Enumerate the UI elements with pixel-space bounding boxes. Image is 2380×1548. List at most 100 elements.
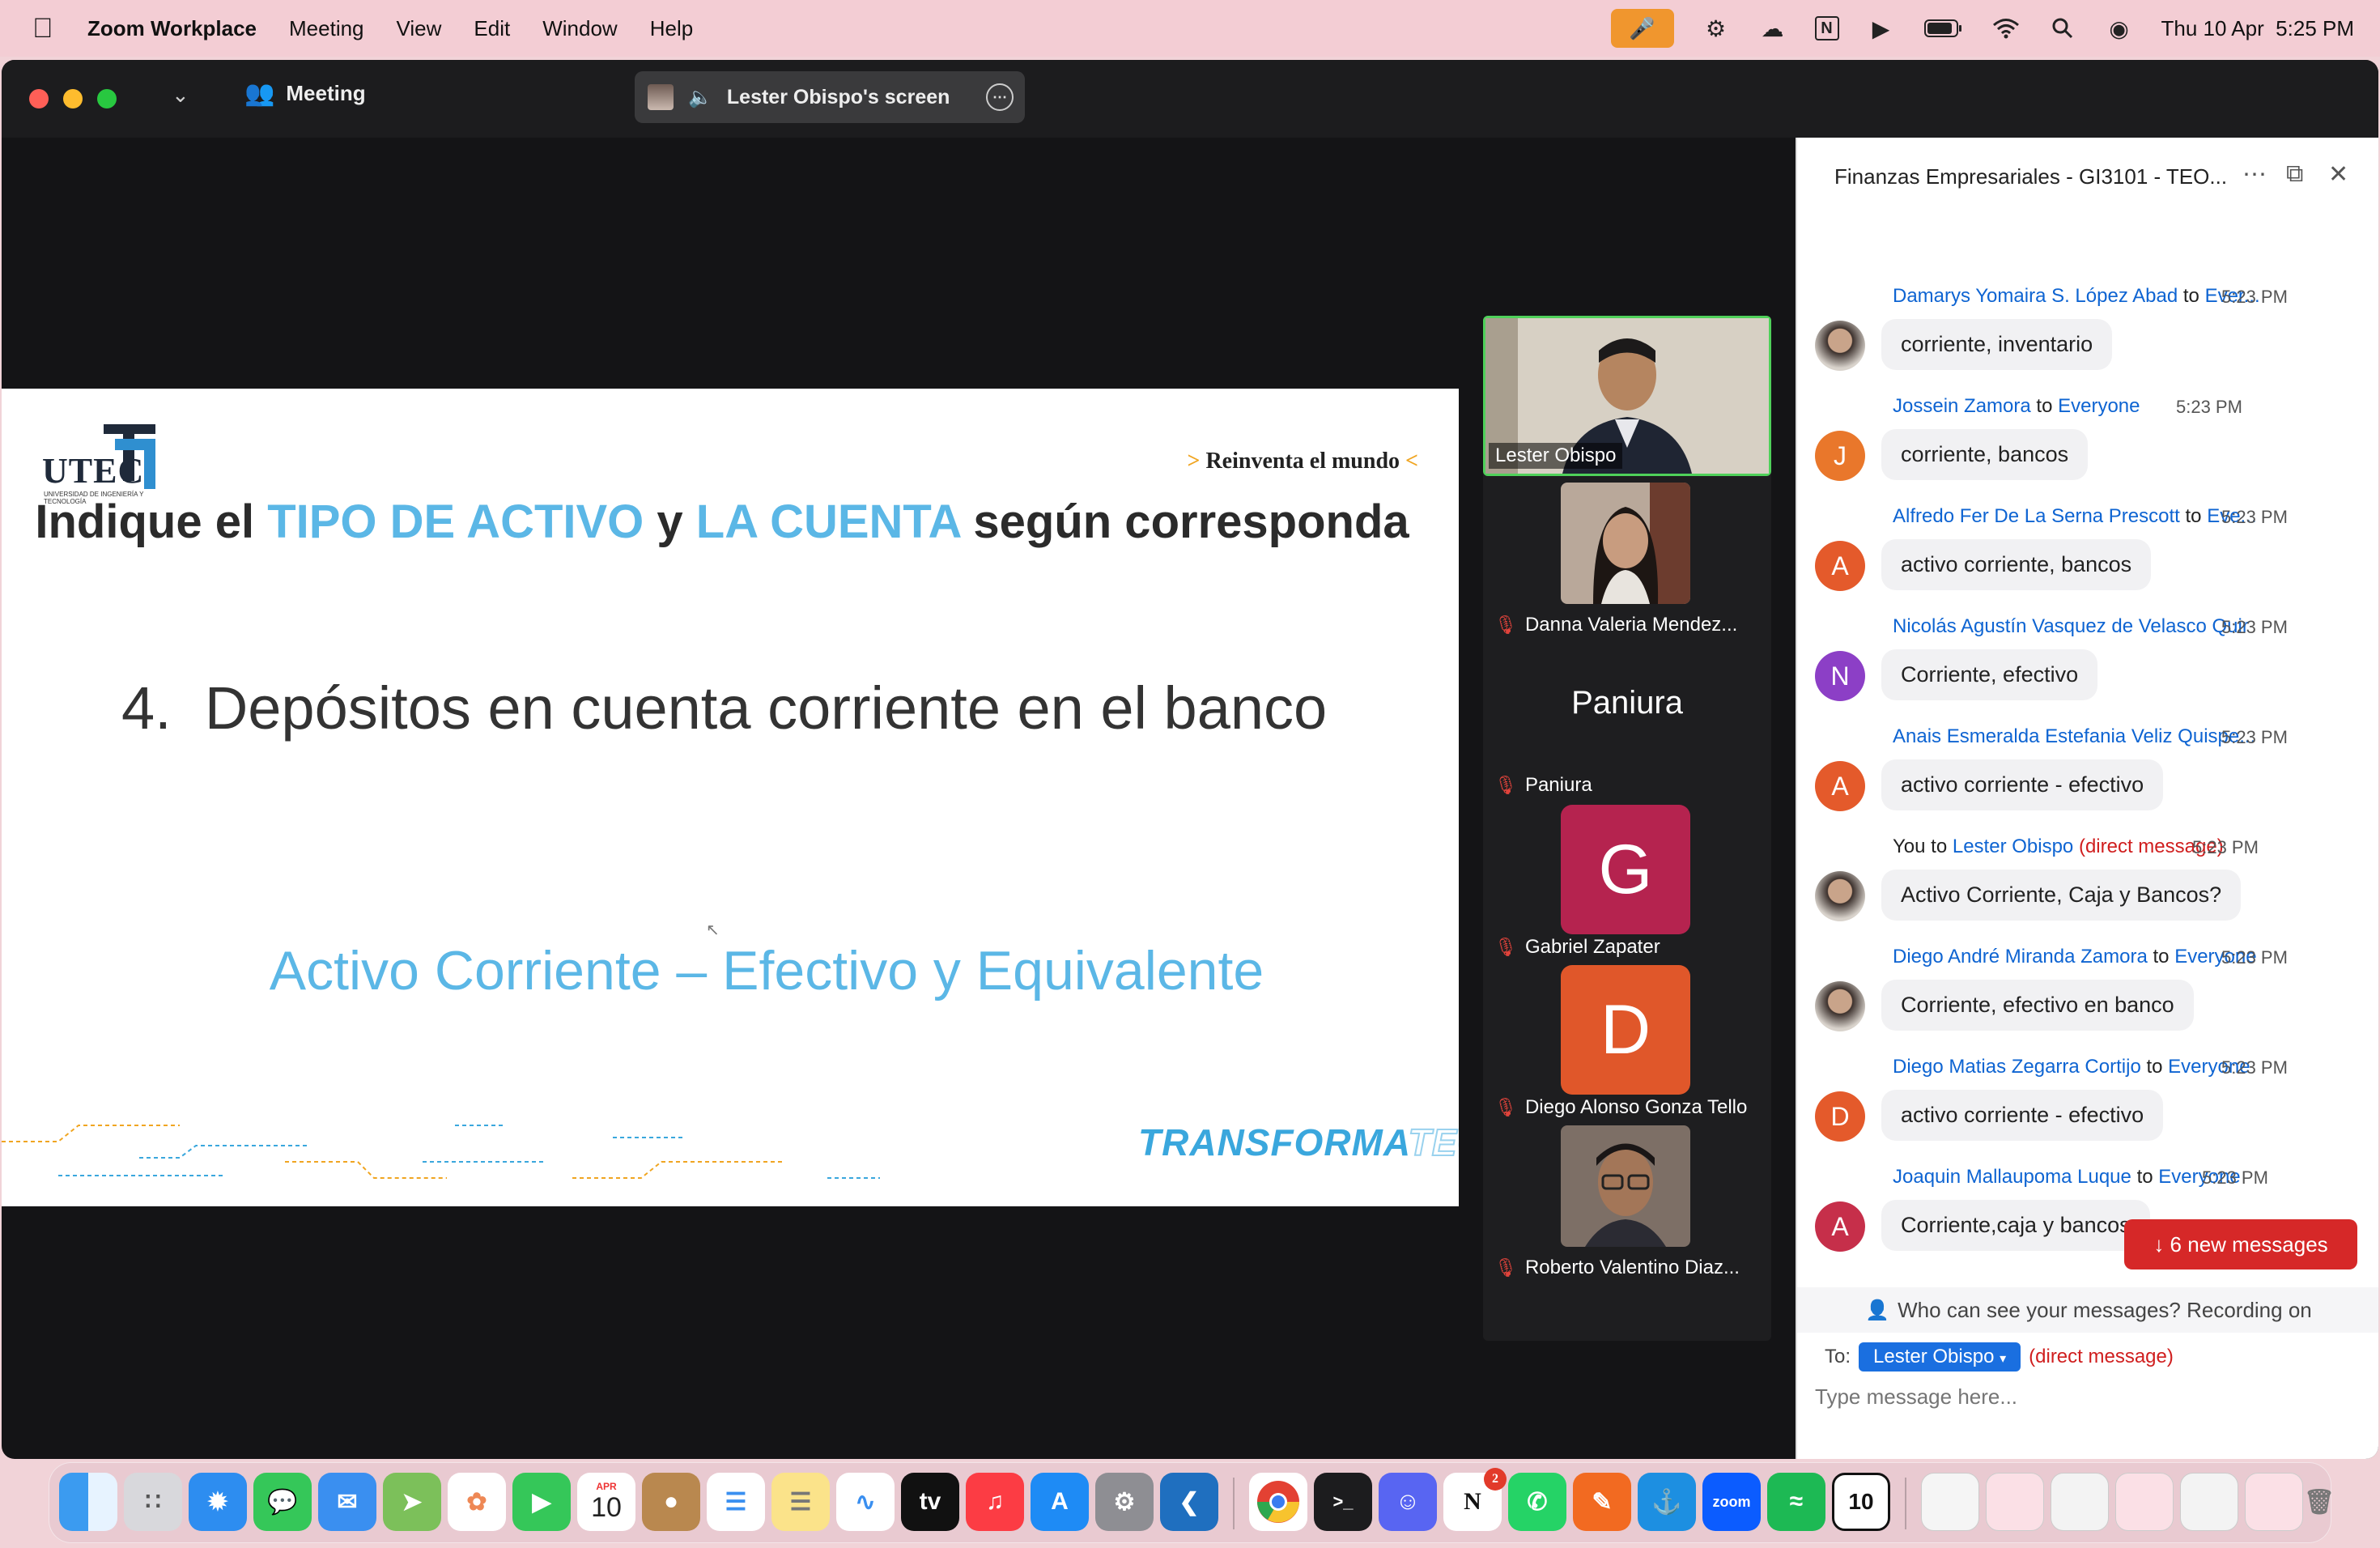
window-thumbnail[interactable] bbox=[2180, 1473, 2238, 1531]
participant-tile[interactable]: 🎙 Danna Valeria Mendez... bbox=[1483, 483, 1771, 643]
microphone-icon[interactable]: 🎤 bbox=[1610, 9, 1674, 48]
battery-icon[interactable] bbox=[1923, 14, 1964, 43]
window-thumbnail[interactable] bbox=[2245, 1473, 2303, 1531]
sender-name[interactable]: Damarys Yomaira S. López Abad bbox=[1893, 285, 2178, 307]
chevron-down-icon[interactable]: ⌄ bbox=[172, 83, 189, 108]
contacts-icon[interactable]: ● bbox=[642, 1473, 700, 1531]
apple-icon[interactable]:  bbox=[32, 13, 57, 45]
menu-help[interactable]: Help bbox=[650, 16, 693, 41]
mail-icon[interactable]: ✉ bbox=[318, 1473, 376, 1531]
window-thumbnail[interactable] bbox=[2115, 1473, 2174, 1531]
sender-avatar: A bbox=[1815, 1201, 1865, 1252]
message-bubble[interactable]: corriente, inventario bbox=[1881, 319, 2113, 370]
zoom-app-icon[interactable]: zoom bbox=[1702, 1473, 1761, 1531]
pop-out-icon[interactable]: ⧉ bbox=[2286, 160, 2303, 188]
vscode-icon[interactable]: ❮ bbox=[1160, 1473, 1218, 1531]
more-options-icon[interactable]: ⋯ bbox=[986, 83, 1014, 111]
participant-tile[interactable]: Lester Obispo bbox=[1483, 316, 1771, 476]
reminders-icon[interactable]: ☰ bbox=[707, 1473, 765, 1531]
direct-message-label: (direct message) bbox=[2029, 1346, 2174, 1367]
sender-name[interactable]: Diego André Miranda Zamora bbox=[1893, 946, 2148, 968]
settings-icon[interactable]: ⚙ bbox=[1095, 1473, 1154, 1531]
freeform-icon[interactable]: ∿ bbox=[836, 1473, 895, 1531]
terminal-icon[interactable]: >_ bbox=[1314, 1473, 1372, 1531]
menu-app-name[interactable]: Zoom Workplace bbox=[87, 16, 257, 41]
window-thumbnail[interactable] bbox=[1986, 1473, 2044, 1531]
participant-tile[interactable]: G 🎙 Gabriel Zapater bbox=[1483, 805, 1771, 965]
chat-message: A Alfredo Fer De La Serna Prescott to Eve… bbox=[1797, 497, 2378, 607]
control-center-icon[interactable]: ◉ bbox=[2105, 14, 2134, 43]
search-icon[interactable] bbox=[2048, 14, 2077, 43]
menu-view[interactable]: View bbox=[397, 16, 442, 41]
pen-app-icon[interactable]: ✎ bbox=[1573, 1473, 1631, 1531]
spotify-icon[interactable]: ≈ bbox=[1767, 1473, 1825, 1531]
finder-icon[interactable] bbox=[59, 1473, 117, 1531]
apple-tv-icon[interactable]: tv bbox=[901, 1473, 959, 1531]
notion-icon[interactable]: N bbox=[1814, 16, 1839, 40]
message-input[interactable] bbox=[1815, 1376, 2349, 1417]
menu-window[interactable]: Window bbox=[542, 16, 617, 41]
wifi-icon[interactable] bbox=[1991, 14, 2021, 43]
sender-name[interactable]: Diego Matias Zegarra Cortijo bbox=[1893, 1056, 2141, 1078]
close-window-button[interactable] bbox=[29, 89, 49, 108]
cloud-icon[interactable]: ☁ bbox=[1758, 14, 1787, 43]
chat-message: N Nicolás Agustín Vasquez de Velasco Quir… bbox=[1797, 607, 2378, 717]
message-bubble[interactable]: Corriente,caja y bancos bbox=[1881, 1200, 2150, 1251]
whatsapp-icon[interactable]: ✆ bbox=[1508, 1473, 1566, 1531]
minimize-window-button[interactable] bbox=[63, 89, 83, 108]
docker-icon[interactable]: ⚓ bbox=[1638, 1473, 1696, 1531]
sender-name[interactable]: Anais Esmeralda Estefania Veliz Quispe..… bbox=[1893, 725, 2255, 747]
meeting-button[interactable]: 👥 Meeting bbox=[244, 79, 366, 108]
calendar-icon[interactable]: APR 10 bbox=[577, 1473, 635, 1531]
message-bubble[interactable]: activo corriente - efectivo bbox=[1881, 1090, 2164, 1141]
new-messages-button[interactable]: ↓ 6 new messages bbox=[2124, 1219, 2357, 1269]
menu-edit[interactable]: Edit bbox=[474, 16, 510, 41]
caret-down-icon: ▾ bbox=[2000, 1352, 2007, 1366]
message-bubble[interactable]: corriente, bancos bbox=[1881, 429, 2089, 480]
calendar-widget-icon[interactable]: 10 bbox=[1832, 1473, 1890, 1531]
sender-name[interactable]: Joaquin Mallaupoma Luque bbox=[1893, 1166, 2131, 1188]
more-icon[interactable]: ⋯ bbox=[2242, 160, 2267, 189]
message-bubble[interactable]: activo corriente - efectivo bbox=[1881, 759, 2164, 810]
notes-icon[interactable]: ☰ bbox=[771, 1473, 830, 1531]
participant-tile[interactable]: D 🎙 Diego Alonso Gonza Tello bbox=[1483, 965, 1771, 1125]
document-thumbnail[interactable] bbox=[1921, 1473, 1979, 1531]
notion-app-icon[interactable]: N2 bbox=[1443, 1468, 1507, 1531]
safari-icon[interactable]: ✹ bbox=[189, 1473, 247, 1531]
launchpad-icon[interactable]: ∷ bbox=[124, 1473, 182, 1531]
message-bubble[interactable]: Corriente, efectivo en banco bbox=[1881, 980, 2194, 1031]
recipient-dropdown[interactable]: Lester Obispo ▾ bbox=[1859, 1342, 2021, 1372]
maps-icon[interactable]: ➤ bbox=[383, 1473, 441, 1531]
photos-icon[interactable]: ✿ bbox=[448, 1473, 506, 1531]
privacy-notice[interactable]: 👤 Who can see your messages? Recording o… bbox=[1797, 1287, 2378, 1333]
menu-meeting[interactable]: Meeting bbox=[289, 16, 364, 41]
message-bubble[interactable]: activo corriente, bancos bbox=[1881, 539, 2152, 590]
maximize-window-button[interactable] bbox=[97, 89, 117, 108]
sender-name[interactable]: You bbox=[1893, 836, 1926, 857]
participant-tile[interactable]: 🎙 Roberto Valentino Diaz... bbox=[1483, 1125, 1771, 1286]
control-icon[interactable]: ⚙ bbox=[1702, 14, 1731, 43]
play-icon[interactable]: ▶ bbox=[1867, 14, 1896, 43]
music-icon[interactable]: ♫ bbox=[966, 1473, 1024, 1531]
message-meta: Jossein Zamora to Everyone bbox=[1893, 395, 2140, 418]
chrome-icon[interactable] bbox=[1249, 1473, 1307, 1531]
sender-name[interactable]: Jossein Zamora bbox=[1893, 395, 2031, 417]
app-store-icon[interactable]: A bbox=[1031, 1473, 1089, 1531]
menu-clock[interactable]: Thu 10 Apr 5:25 PM bbox=[2161, 16, 2354, 41]
facetime-icon[interactable]: ▶ bbox=[512, 1473, 571, 1531]
message-bubble[interactable]: Activo Corriente, Caja y Bancos? bbox=[1881, 870, 2242, 921]
close-icon[interactable]: ✕ bbox=[2328, 160, 2348, 189]
sender-name[interactable]: Nicolás Agustín Vasquez de Velasco Quir bbox=[1893, 615, 2249, 637]
chat-message: Damarys Yomaira S. López Abad to Ever...… bbox=[1797, 277, 2378, 387]
discord-icon[interactable]: ☺ bbox=[1379, 1473, 1437, 1531]
message-bubble[interactable]: Corriente, efectivo bbox=[1881, 649, 2098, 700]
window-thumbnail[interactable] bbox=[2051, 1473, 2109, 1531]
recipient-name[interactable]: Everyone bbox=[2058, 395, 2140, 417]
screen-share-indicator[interactable]: 🔈 Lester Obispo's screen ⋯ bbox=[635, 71, 1025, 123]
recipient-name[interactable]: Lester Obispo bbox=[1953, 836, 2073, 857]
participant-tile[interactable]: Paniura 🎙 Paniura bbox=[1483, 643, 1771, 803]
trash-icon[interactable]: 🗑 bbox=[2304, 1473, 2335, 1531]
sender-name[interactable]: Alfredo Fer De La Serna Prescott bbox=[1893, 505, 2180, 527]
chat-message: You to Lester Obispo (direct message) 5:2… bbox=[1797, 827, 2378, 938]
messages-icon[interactable]: 💬 bbox=[253, 1473, 312, 1531]
